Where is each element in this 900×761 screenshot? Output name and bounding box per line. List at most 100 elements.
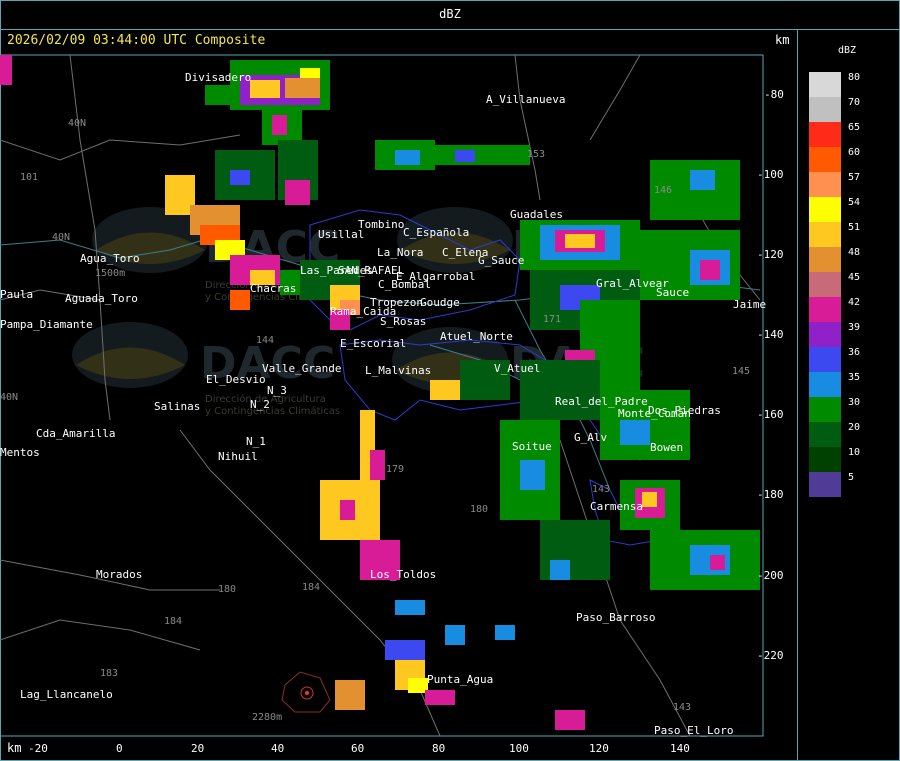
legend-label: 36	[848, 347, 861, 358]
place-label: Bowen	[650, 441, 683, 454]
radar-echoes	[0, 55, 760, 730]
legend-swatch	[809, 97, 841, 122]
y-tick: -180	[757, 488, 784, 501]
road-label: 1500m	[95, 268, 125, 279]
legend-label: 57	[848, 172, 861, 183]
place-label: Paso_Barroso	[576, 611, 655, 624]
place-label: N_2	[250, 398, 270, 411]
x-tick: 80	[432, 742, 445, 755]
y-tick: -140	[757, 328, 784, 341]
legend-row: 60	[809, 147, 889, 172]
legend-label: 45	[848, 272, 861, 283]
road-label: 153	[527, 149, 545, 160]
place-label: Soitue	[512, 440, 552, 453]
place-label: N_1	[246, 435, 266, 448]
legend-label: 5	[848, 472, 855, 483]
place-label: V_Atuel	[494, 362, 540, 375]
legend-title: dBZ	[838, 45, 857, 56]
legend-row: 35	[809, 372, 889, 397]
legend-label: 39	[848, 322, 861, 333]
place-label: L_Malvinas	[365, 364, 431, 377]
legend-swatch	[809, 147, 841, 172]
legend-row: 36	[809, 347, 889, 372]
x-tick: -20	[28, 742, 48, 755]
legend-label: 70	[848, 97, 861, 108]
place-label: Agua_Toro	[80, 252, 140, 265]
legend-row: 20	[809, 422, 889, 447]
legend-row: 45	[809, 272, 889, 297]
place-label: Divisadero	[185, 71, 251, 84]
place-label: Valle_Grande	[262, 362, 341, 375]
legend-label: 65	[848, 122, 861, 133]
x-tick: 20	[191, 742, 204, 755]
legend-swatch	[809, 447, 841, 472]
legend-row: 65	[809, 122, 889, 147]
road-label: 143	[673, 702, 691, 713]
legend-label: 48	[848, 247, 861, 258]
legend-row: 48	[809, 247, 889, 272]
place-label: Dos_Piedras	[648, 404, 721, 417]
legend-label: 10	[848, 447, 861, 458]
road-label: 40N	[0, 392, 18, 403]
legend-row: 30	[809, 397, 889, 422]
road-label: 180	[470, 504, 488, 515]
y-axis-ticks: -80 -100 -120 -140 -160 -180 -200 -220	[757, 88, 784, 662]
y-tick: -160	[757, 408, 784, 421]
y-tick: -220	[757, 649, 784, 662]
km-label-top: km	[775, 33, 790, 47]
place-label: Aguada_Toro	[65, 292, 138, 305]
km-label-bottom: km	[7, 741, 22, 755]
legend-label: 54	[848, 197, 861, 208]
place-label: G_Sauce	[478, 254, 524, 267]
place-label: Atuel_Norte	[440, 330, 513, 343]
x-axis-ticks: -20 0 20 40 60 80 100 120 140	[28, 742, 690, 755]
legend-row: 39	[809, 322, 889, 347]
x-tick: 0	[116, 742, 123, 755]
place-label: C_Española	[403, 226, 469, 239]
legend-swatch	[809, 347, 841, 372]
road-label: 40N	[68, 118, 86, 129]
legend-swatch	[809, 172, 841, 197]
radar-map[interactable]: DACC Dirección de Agricultura y Continge…	[0, 0, 900, 761]
legend-row: 51	[809, 222, 889, 247]
legend-swatch	[809, 472, 841, 497]
legend-swatch	[809, 197, 841, 222]
place-label: La_Nora	[377, 246, 423, 259]
road-label: 2280m	[252, 712, 282, 723]
y-tick: -100	[757, 168, 784, 181]
legend-row: 57	[809, 172, 889, 197]
place-label: E_Escorial	[340, 337, 406, 350]
road-label: 143	[592, 484, 610, 495]
legend-swatch	[809, 247, 841, 272]
radar-site-marker	[281, 671, 331, 713]
legend-swatch	[809, 397, 841, 422]
place-label: Paula	[0, 288, 33, 301]
place-label: Rama_Caida	[330, 305, 396, 318]
road-label: 144	[256, 335, 274, 346]
road-label: 146	[654, 185, 672, 196]
place-label: Los_Toldos	[370, 568, 436, 581]
place-label: Tombino	[358, 218, 404, 231]
x-tick: 60	[351, 742, 364, 755]
timestamp: 2026/02/09 03:44:00 UTC Composite	[7, 33, 266, 48]
road-label: 40N	[52, 232, 70, 243]
x-tick: 120	[589, 742, 609, 755]
place-label: Nihuil	[218, 450, 258, 463]
place-label: El_Desvio	[206, 373, 266, 386]
legend-swatch	[809, 222, 841, 247]
place-label: Lag_Llancanelo	[20, 688, 113, 701]
place-label: N_3	[267, 384, 287, 397]
place-label: Paso_El_Loro	[654, 724, 733, 737]
place-label: C_Bombal	[378, 278, 431, 291]
road-label: 184	[302, 582, 320, 593]
legend-label: 42	[848, 297, 861, 308]
legend-swatch	[809, 372, 841, 397]
place-label: Mentos	[0, 446, 40, 459]
legend-row: 5	[809, 472, 889, 497]
legend-label: 20	[848, 422, 861, 433]
x-tick: 40	[271, 742, 284, 755]
y-tick: -200	[757, 569, 784, 582]
x-tick: 100	[509, 742, 529, 755]
y-tick: -80	[764, 88, 784, 101]
legend-row: 70	[809, 97, 889, 122]
